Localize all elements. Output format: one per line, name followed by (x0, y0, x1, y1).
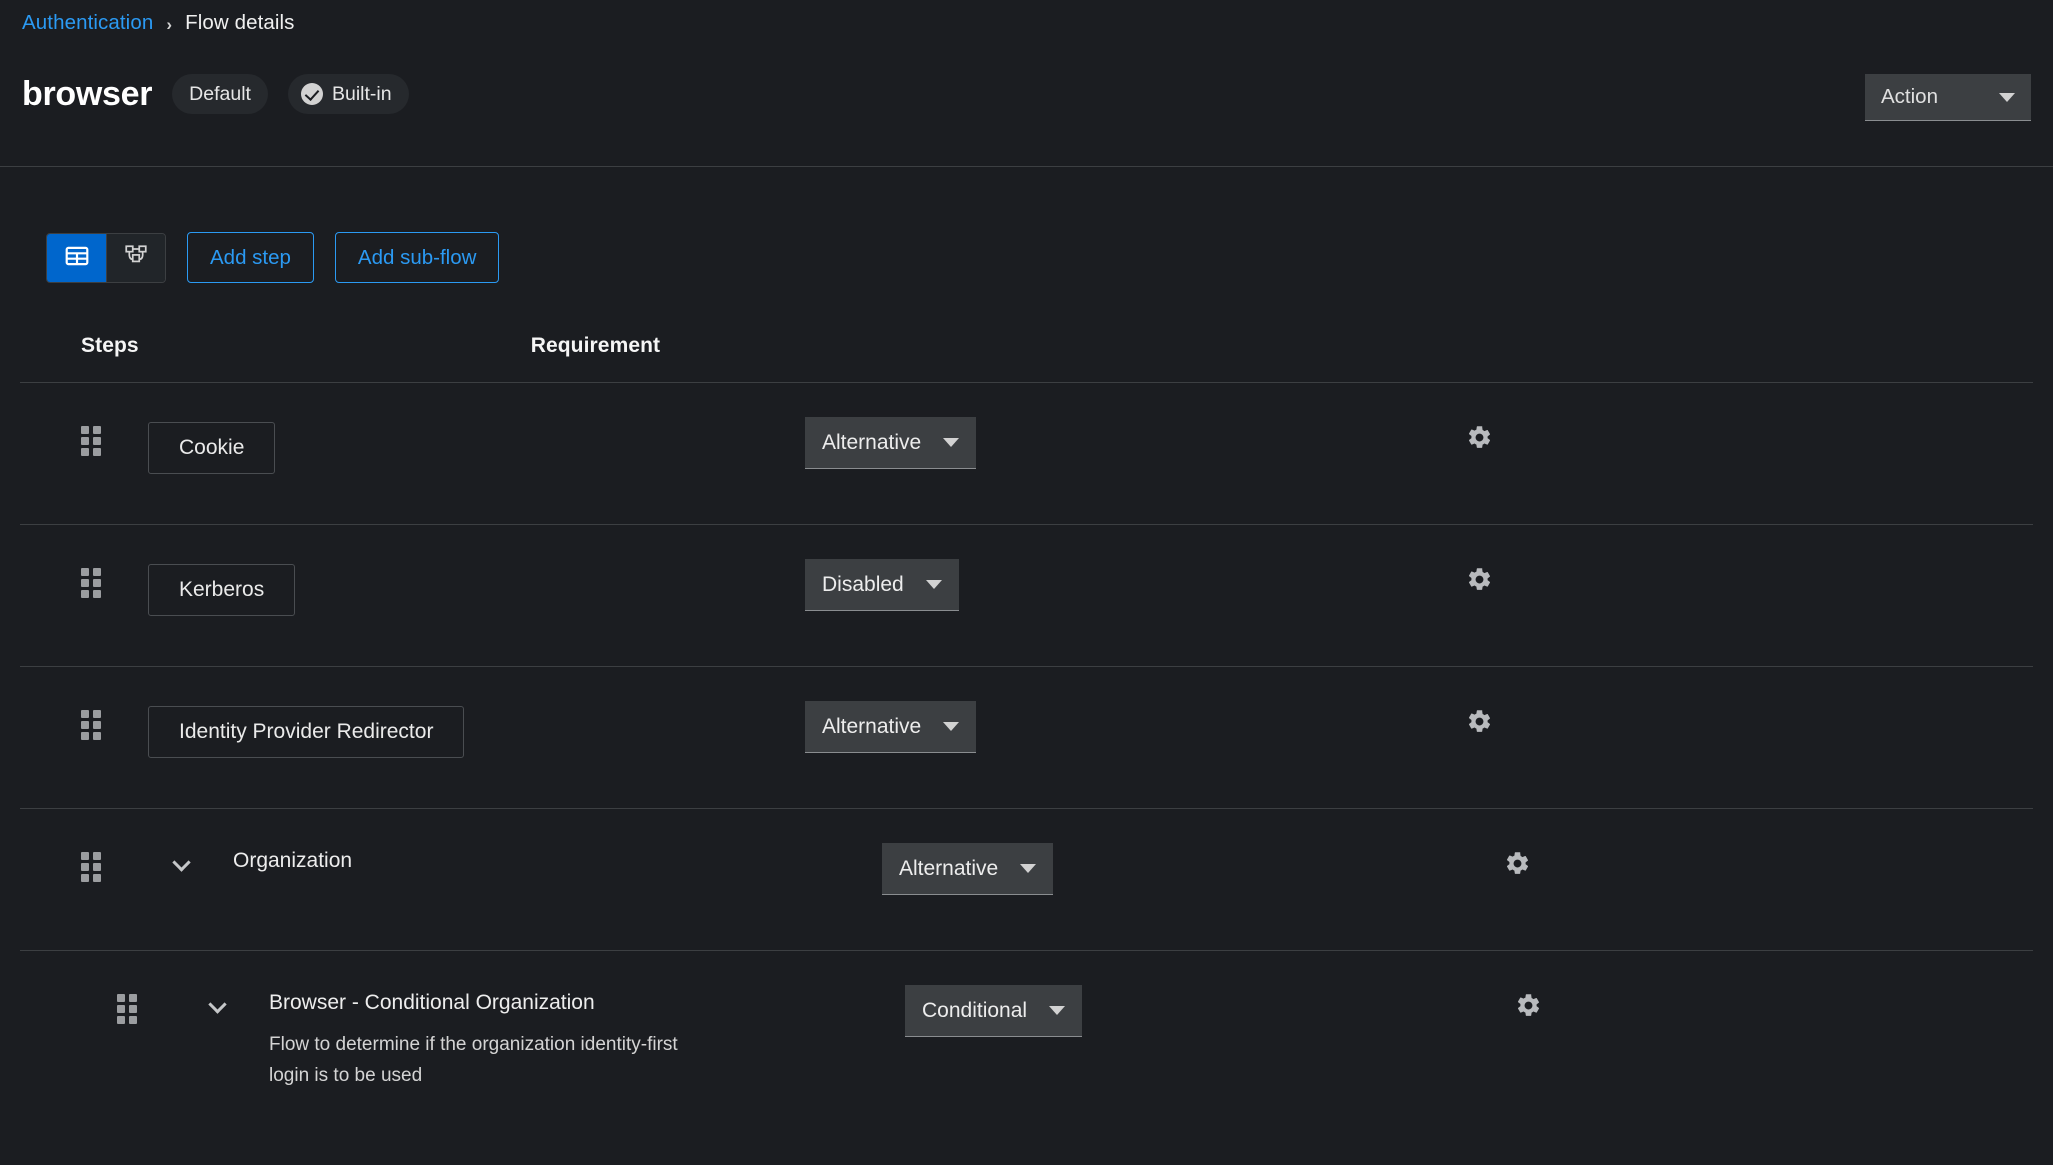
requirement-value: Conditional (922, 998, 1028, 1022)
table-icon (64, 243, 90, 272)
step-text: Organization (233, 848, 352, 873)
title-row: browser Default Built-in (22, 74, 409, 114)
caret-down-icon (943, 438, 960, 447)
step-name: Browser - Conditional Organization (269, 991, 595, 1014)
gear-icon (1466, 424, 1493, 454)
expand-toggle-button[interactable] (201, 992, 233, 1024)
gear-icon (1466, 708, 1493, 738)
badge-built-in: Built-in (287, 74, 409, 114)
caret-down-icon (1999, 92, 2015, 102)
caret-down-icon (943, 722, 960, 731)
requirement-dropdown[interactable]: Alternative (882, 843, 1054, 895)
step-text: Browser - Conditional Organization Flow … (269, 990, 699, 1092)
step-name-box: Cookie (148, 422, 276, 474)
requirement-value: Alternative (822, 714, 922, 738)
table-row: Cookie Alternative (20, 383, 2033, 525)
requirement-dropdown[interactable]: Disabled (805, 559, 959, 611)
requirement-value: Alternative (899, 856, 999, 880)
requirement-dropdown[interactable]: Alternative (805, 417, 977, 469)
view-toggle-group (46, 232, 166, 283)
page-title: browser (22, 75, 153, 113)
chevron-down-icon (207, 994, 227, 1014)
step-name-box: Identity Provider Redirector (148, 706, 465, 758)
table-view-toggle[interactable] (47, 233, 106, 282)
requirement-value: Alternative (822, 430, 922, 454)
row-settings-button[interactable] (1507, 986, 1549, 1028)
add-sub-flow-button[interactable]: Add sub-flow (334, 232, 500, 283)
topology-icon (123, 243, 149, 272)
gear-icon (1504, 850, 1531, 880)
table-row: Browser - Conditional Organization Flow … (20, 951, 2033, 1093)
diagram-view-toggle[interactable] (106, 233, 165, 282)
caret-down-icon (1020, 864, 1037, 873)
gear-icon (1466, 566, 1493, 596)
caret-down-icon (1049, 1006, 1066, 1015)
toolbar: Add step Add sub-flow (46, 232, 500, 283)
requirement-value: Disabled (822, 572, 904, 596)
breadcrumb: Authentication › Flow details (22, 11, 295, 34)
step-description: Flow to determine if the organization id… (269, 1034, 678, 1086)
breadcrumb-separator-icon: › (166, 14, 173, 34)
row-settings-button[interactable] (1496, 844, 1538, 886)
column-header-requirement: Requirement (530, 333, 661, 357)
table-row: Kerberos Disabled (20, 525, 2033, 667)
gear-icon (1515, 992, 1542, 1022)
action-dropdown-label: Action (1881, 85, 1938, 108)
requirement-dropdown[interactable]: Conditional (905, 985, 1083, 1037)
page-header: Authentication › Flow details browser De… (0, 0, 2053, 167)
add-step-button[interactable]: Add step (187, 232, 314, 283)
drag-handle-icon[interactable] (81, 426, 101, 456)
drag-handle-icon[interactable] (81, 568, 101, 598)
table-header-row: Steps Requirement (20, 309, 2033, 383)
badge-built-in-label: Built-in (331, 82, 392, 105)
expand-toggle-button[interactable] (165, 850, 197, 882)
table-row: Organization Alternative (20, 809, 2033, 951)
breadcrumb-current: Flow details (185, 11, 295, 34)
chevron-down-icon (171, 852, 191, 872)
step-name-box: Kerberos (148, 564, 296, 616)
caret-down-icon (925, 580, 942, 589)
row-settings-button[interactable] (1458, 702, 1500, 744)
requirement-dropdown[interactable]: Alternative (805, 701, 977, 753)
breadcrumb-link-authentication[interactable]: Authentication (22, 12, 153, 34)
action-dropdown[interactable]: Action (1865, 74, 2031, 121)
step-name: Organization (233, 849, 353, 872)
column-header-steps: Steps (81, 333, 139, 357)
check-circle-icon (300, 83, 323, 105)
table-row: Identity Provider Redirector Alternative (20, 667, 2033, 809)
drag-handle-icon[interactable] (81, 852, 101, 882)
steps-table: Steps Requirement Cookie Alternative Ker… (20, 309, 2033, 1093)
row-settings-button[interactable] (1458, 418, 1500, 460)
flow-details-page: Authentication › Flow details browser De… (0, 0, 2053, 1165)
row-settings-button[interactable] (1458, 560, 1500, 602)
badge-default: Default (172, 74, 268, 114)
drag-handle-icon[interactable] (117, 994, 137, 1024)
drag-handle-icon[interactable] (81, 710, 101, 740)
